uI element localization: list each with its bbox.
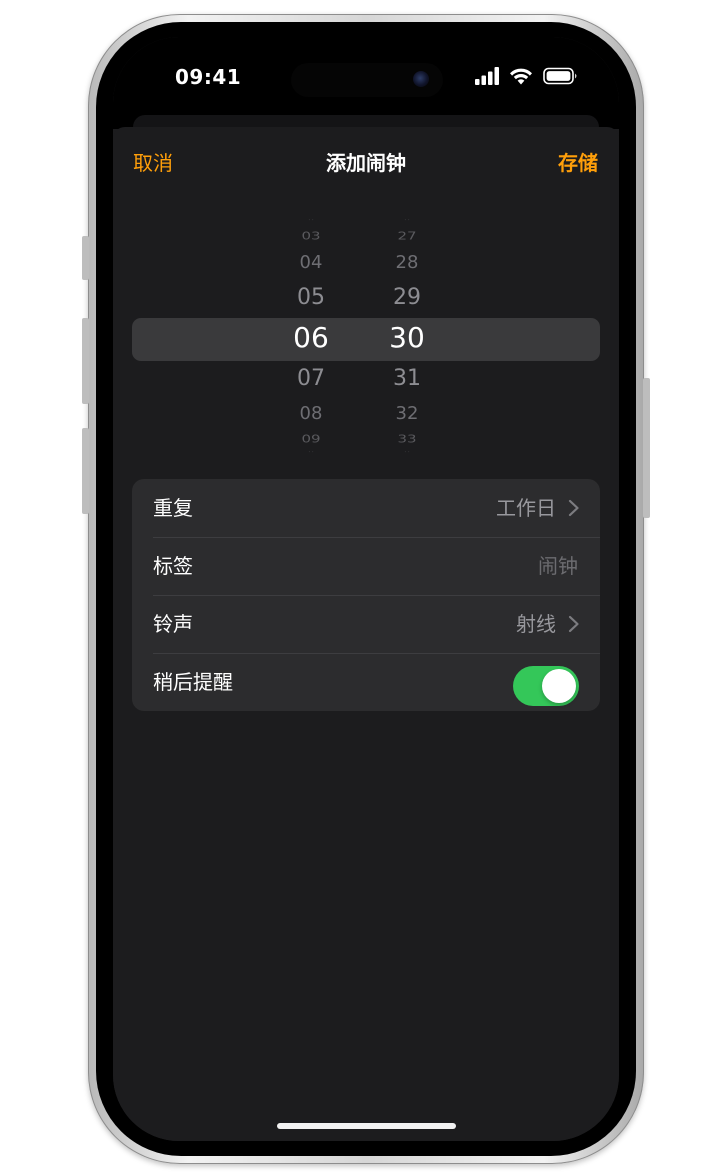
front-camera [413, 71, 429, 87]
hour-option[interactable]: 03 [281, 230, 341, 243]
side-button [643, 378, 650, 518]
label-row[interactable]: 标签 闹钟 [132, 537, 600, 595]
minute-option[interactable]: 28 [377, 252, 437, 273]
screen: 09:41 取消 添加闹钟 存储 ·· 03 04 05 06 07 08 09… [113, 37, 619, 1141]
minute-option[interactable]: 32 [377, 403, 437, 424]
hour-option-ghost-above: ·· [307, 218, 315, 223]
picker-selection-highlight [132, 318, 600, 361]
hour-option[interactable]: 08 [281, 403, 341, 424]
snooze-row: 稍后提醒 [132, 653, 600, 711]
hour-option[interactable]: 04 [281, 252, 341, 273]
label-label: 标签 [153, 554, 193, 578]
battery-icon [543, 67, 577, 85]
snooze-label: 稍后提醒 [153, 670, 233, 694]
minute-option[interactable]: 31 [377, 366, 437, 391]
alarm-settings-list: 重复 工作日 标签 闹钟 铃声 射线 稍后提醒 [132, 479, 600, 711]
sound-row[interactable]: 铃声 射线 [132, 595, 600, 653]
repeat-label: 重复 [153, 496, 193, 520]
snooze-toggle[interactable] [513, 666, 579, 706]
volume-down-button [82, 428, 89, 514]
selected-hour[interactable]: 06 [281, 321, 341, 354]
hour-option[interactable]: 05 [281, 285, 341, 310]
wifi-icon [510, 68, 532, 85]
volume-up-button [82, 318, 89, 404]
repeat-value: 工作日 [496, 496, 556, 520]
chevron-right-icon [568, 615, 579, 633]
minute-option[interactable]: 27 [377, 230, 437, 243]
label-input[interactable]: 闹钟 [538, 552, 578, 580]
status-time: 09:41 [175, 65, 242, 89]
save-button[interactable]: 存储 [558, 149, 598, 177]
cellular-signal-icon [475, 67, 499, 85]
chevron-right-icon [568, 499, 579, 517]
sound-label: 铃声 [153, 612, 193, 636]
selected-minute[interactable]: 30 [377, 321, 437, 354]
repeat-row[interactable]: 重复 工作日 [132, 479, 600, 537]
hour-option[interactable]: 09 [281, 433, 341, 446]
minute-option-ghost-below: ·· [403, 450, 411, 455]
hour-option[interactable]: 07 [281, 366, 341, 391]
minute-option[interactable]: 29 [377, 285, 437, 310]
sound-value: 射线 [516, 612, 556, 636]
toggle-knob [542, 669, 576, 703]
hour-option-ghost-below: ·· [307, 450, 315, 455]
minute-option-ghost-above: ·· [403, 218, 411, 223]
minute-option[interactable]: 33 [377, 433, 437, 446]
page-title: 添加闹钟 [326, 151, 406, 175]
action-button [82, 236, 89, 280]
home-indicator[interactable] [277, 1123, 456, 1129]
